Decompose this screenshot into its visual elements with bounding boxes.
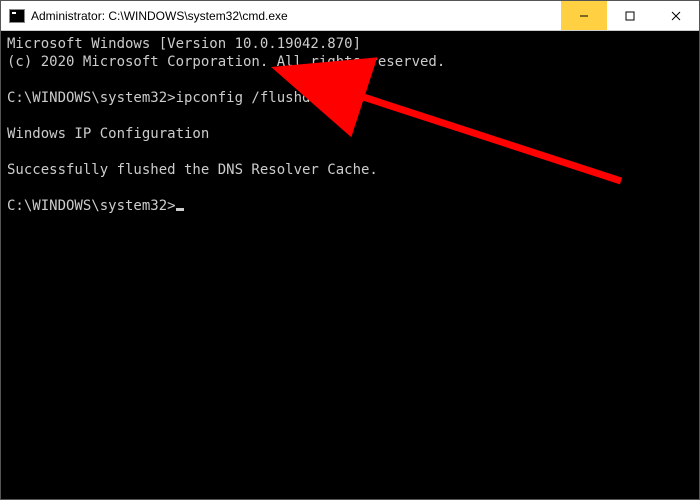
output-line: (c) 2020 Microsoft Corporation. All righ… <box>7 53 693 71</box>
window-title: Administrator: C:\WINDOWS\system32\cmd.e… <box>31 9 561 23</box>
blank-line <box>7 71 693 89</box>
maximize-button[interactable] <box>607 1 653 30</box>
close-button[interactable] <box>653 1 699 30</box>
minimize-button[interactable] <box>561 1 607 30</box>
blank-line <box>7 179 693 197</box>
titlebar[interactable]: Administrator: C:\WINDOWS\system32\cmd.e… <box>1 1 699 31</box>
terminal-area[interactable]: Microsoft Windows [Version 10.0.19042.87… <box>1 31 699 499</box>
window-controls <box>561 1 699 30</box>
prompt-line: C:\WINDOWS\system32> <box>7 197 693 215</box>
cmd-icon <box>9 9 25 23</box>
output-line: Successfully flushed the DNS Resolver Ca… <box>7 161 693 179</box>
output-line: Windows IP Configuration <box>7 125 693 143</box>
output-line: Microsoft Windows [Version 10.0.19042.87… <box>7 35 693 53</box>
blank-line <box>7 143 693 161</box>
prompt-text: C:\WINDOWS\system32> <box>7 198 176 214</box>
cursor <box>176 208 184 211</box>
cmd-window: Administrator: C:\WINDOWS\system32\cmd.e… <box>0 0 700 500</box>
blank-line <box>7 107 693 125</box>
command-line: C:\WINDOWS\system32>ipconfig /flushdns <box>7 89 693 107</box>
